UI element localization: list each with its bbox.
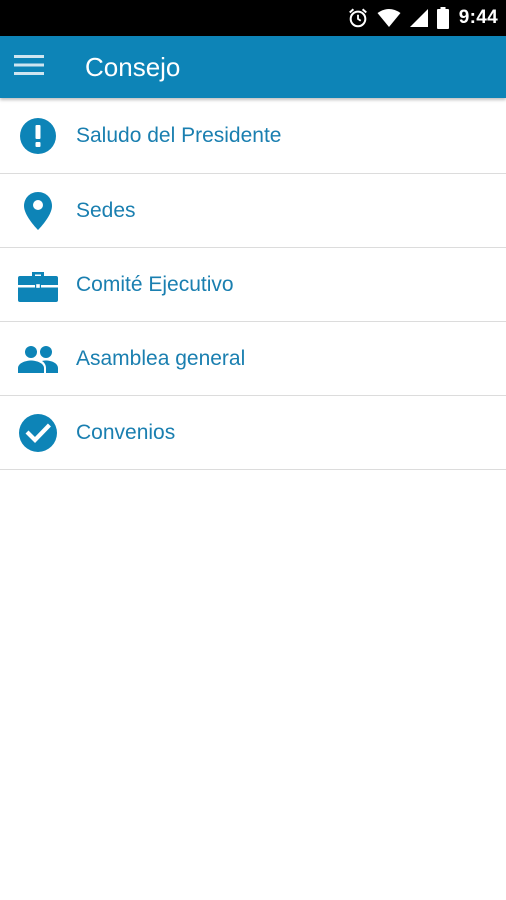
- hamburger-menu-icon: [14, 54, 44, 81]
- signal-icon: [409, 8, 429, 28]
- list-item-convenios[interactable]: Convenios: [0, 396, 506, 470]
- list-item-label: Convenios: [76, 420, 176, 444]
- app-bar: Consejo: [0, 36, 506, 98]
- list-item-label: Comité Ejecutivo: [76, 272, 234, 296]
- exclamation-circle-icon: [18, 116, 58, 156]
- status-bar: 9:44: [0, 0, 506, 36]
- battery-icon: [436, 7, 449, 29]
- menu-button[interactable]: [0, 36, 58, 98]
- alarm-icon: [347, 7, 369, 29]
- list-item-saludo-del-presidente[interactable]: Saludo del Presidente: [0, 98, 506, 174]
- list-item-label: Sedes: [76, 198, 136, 222]
- check-circle-icon: [18, 413, 58, 453]
- briefcase-icon: [18, 265, 58, 305]
- list-item-comite-ejecutivo[interactable]: Comité Ejecutivo: [0, 248, 506, 322]
- location-pin-icon: [18, 191, 58, 231]
- status-time: 9:44: [458, 7, 498, 28]
- page-title: Consejo: [85, 51, 181, 82]
- list-item-label: Saludo del Presidente: [76, 123, 282, 147]
- menu-list: Saludo del Presidente Sedes Comité Ejecu…: [0, 98, 506, 470]
- wifi-icon: [377, 8, 401, 28]
- list-item-label: Asamblea general: [76, 346, 246, 370]
- people-icon: [18, 339, 58, 379]
- list-item-asamblea-general[interactable]: Asamblea general: [0, 322, 506, 396]
- list-item-sedes[interactable]: Sedes: [0, 174, 506, 248]
